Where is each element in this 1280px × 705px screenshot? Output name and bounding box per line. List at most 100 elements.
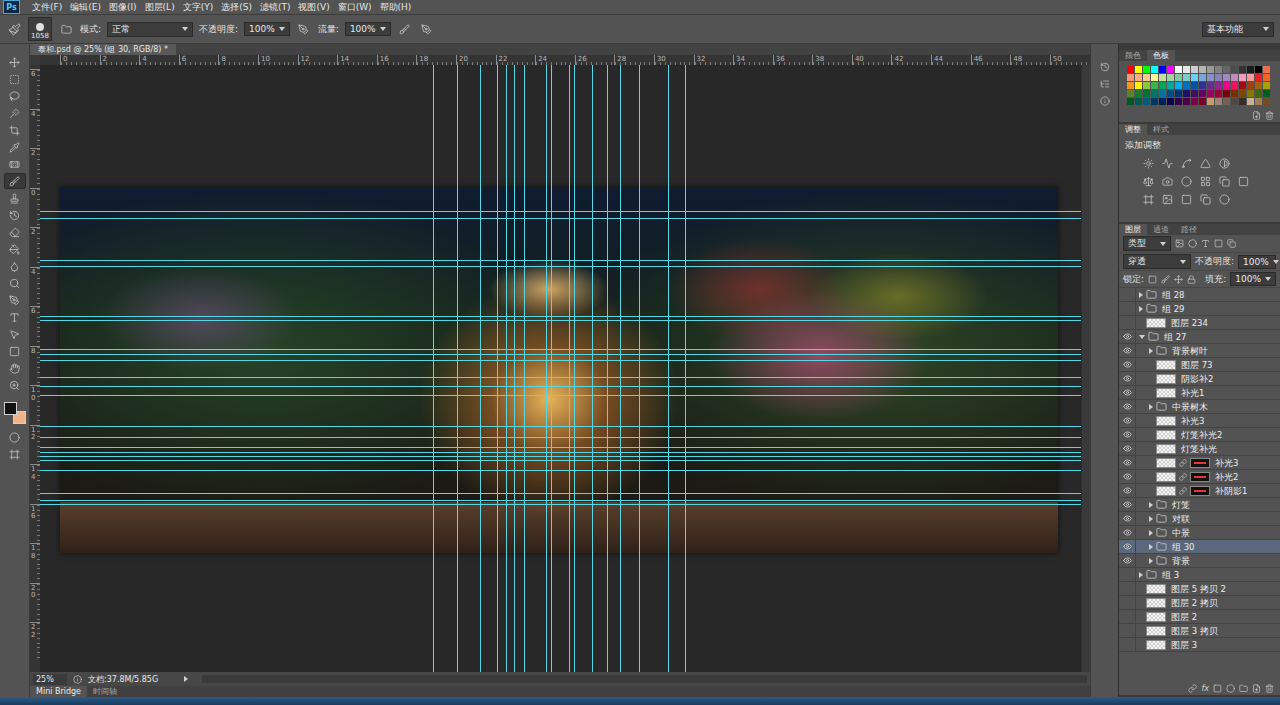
- swatch[interactable]: [1175, 82, 1182, 89]
- info-panel-button[interactable]: [1096, 94, 1114, 108]
- vertical-guide[interactable]: [620, 65, 621, 672]
- layer-row[interactable]: 背景: [1119, 554, 1280, 568]
- horizontal-guide[interactable]: [40, 349, 1081, 350]
- swatch[interactable]: [1175, 66, 1182, 73]
- swatch[interactable]: [1143, 66, 1150, 73]
- vertical-guide[interactable]: [546, 65, 547, 672]
- swatch[interactable]: [1231, 82, 1238, 89]
- link-layers-icon[interactable]: [1188, 684, 1197, 693]
- swatch[interactable]: [1151, 74, 1158, 81]
- adjustment-button[interactable]: [1217, 156, 1231, 170]
- swatch[interactable]: [1143, 98, 1150, 105]
- layer-row[interactable]: 补光2: [1119, 470, 1280, 484]
- swatch[interactable]: [1191, 74, 1198, 81]
- swatch[interactable]: [1151, 82, 1158, 89]
- swatch[interactable]: [1183, 74, 1190, 81]
- lock-pixels-icon[interactable]: [1161, 275, 1170, 284]
- swatch[interactable]: [1247, 74, 1254, 81]
- new-group-icon[interactable]: [1239, 684, 1248, 693]
- swatch[interactable]: [1167, 82, 1174, 89]
- swatch[interactable]: [1199, 98, 1206, 105]
- fill-field[interactable]: 100%: [1230, 272, 1276, 286]
- brush-tool[interactable]: [4, 173, 26, 189]
- swatch[interactable]: [1159, 74, 1166, 81]
- swatch[interactable]: [1239, 90, 1246, 97]
- vertical-guide[interactable]: [497, 65, 498, 672]
- adjustment-button[interactable]: [1198, 192, 1212, 206]
- layer-filter-select[interactable]: 类型: [1123, 236, 1171, 251]
- swatch[interactable]: [1255, 90, 1262, 97]
- adjustment-button[interactable]: [1141, 174, 1155, 188]
- horizontal-guide[interactable]: [40, 395, 1081, 396]
- vertical-guide[interactable]: [592, 65, 593, 672]
- vertical-guide[interactable]: [569, 65, 570, 672]
- horizontal-guide[interactable]: [40, 316, 1081, 317]
- type-filter-icon[interactable]: [1201, 239, 1210, 248]
- trash-icon[interactable]: [1265, 684, 1274, 693]
- visibility-toggle[interactable]: [1119, 456, 1136, 469]
- swatch[interactable]: [1231, 98, 1238, 105]
- visibility-toggle[interactable]: [1119, 624, 1136, 637]
- horizontal-guide[interactable]: [40, 504, 1081, 505]
- move-tool[interactable]: [4, 54, 26, 70]
- expand-arrow-icon[interactable]: [1149, 558, 1153, 564]
- airbrush-button[interactable]: [397, 21, 413, 37]
- layer-row[interactable]: 中景树木: [1119, 400, 1280, 414]
- visibility-toggle[interactable]: [1119, 470, 1136, 483]
- quick-mask-button[interactable]: [4, 429, 26, 445]
- visibility-toggle[interactable]: [1119, 526, 1136, 539]
- expand-arrow-icon[interactable]: [1149, 348, 1153, 354]
- history-tool[interactable]: [4, 207, 26, 223]
- layer-row[interactable]: 补光3: [1119, 456, 1280, 470]
- visibility-toggle[interactable]: [1119, 442, 1136, 455]
- link-icon[interactable]: [1179, 487, 1187, 495]
- horizontal-guide[interactable]: [40, 218, 1081, 219]
- swatch[interactable]: [1239, 82, 1246, 89]
- vertical-guide[interactable]: [607, 65, 608, 672]
- swatch[interactable]: [1127, 90, 1134, 97]
- swatch[interactable]: [1191, 90, 1198, 97]
- swatch[interactable]: [1215, 66, 1222, 73]
- layer-row[interactable]: 阴影补2: [1119, 372, 1280, 386]
- swatch[interactable]: [1223, 98, 1230, 105]
- swatch[interactable]: [1191, 98, 1198, 105]
- swatch[interactable]: [1167, 90, 1174, 97]
- swatch[interactable]: [1223, 74, 1230, 81]
- layer-row[interactable]: 图层 2: [1119, 610, 1280, 624]
- swatch[interactable]: [1175, 98, 1182, 105]
- swatch[interactable]: [1167, 66, 1174, 73]
- swatch[interactable]: [1183, 82, 1190, 89]
- mask-thumbnail[interactable]: [1190, 486, 1210, 496]
- swatch[interactable]: [1255, 98, 1262, 105]
- pixel-filter-icon[interactable]: [1175, 239, 1184, 248]
- adjustment-button[interactable]: [1217, 174, 1231, 188]
- document-tab[interactable]: 泰和.psd @ 25% (组 30, RGB/8) *: [30, 44, 176, 55]
- zoom-field[interactable]: 25%: [33, 674, 67, 685]
- menu-item[interactable]: 视图(V): [294, 0, 333, 14]
- layer-row[interactable]: 中景: [1119, 526, 1280, 540]
- visibility-toggle[interactable]: [1119, 540, 1136, 553]
- visibility-toggle[interactable]: [1119, 568, 1136, 581]
- layer-row[interactable]: 组 29: [1119, 302, 1280, 316]
- new-layer-icon[interactable]: [1252, 684, 1261, 693]
- pen-tool[interactable]: [4, 292, 26, 308]
- swatch[interactable]: [1159, 66, 1166, 73]
- horizontal-guide[interactable]: [40, 447, 1081, 448]
- horizontal-guide[interactable]: [40, 354, 1081, 355]
- panel-tab[interactable]: 图层: [1119, 224, 1147, 235]
- menu-item[interactable]: 选择(S): [217, 0, 256, 14]
- vertical-guide[interactable]: [551, 65, 552, 672]
- flow-field[interactable]: 100%: [345, 22, 391, 36]
- trash-icon[interactable]: [1265, 111, 1274, 120]
- properties-panel-button[interactable]: [1096, 77, 1114, 91]
- pressure-size-button[interactable]: [419, 21, 435, 37]
- horizontal-scrollbar[interactable]: [202, 675, 1087, 683]
- swatch[interactable]: [1215, 90, 1222, 97]
- opacity-field[interactable]: 100%: [244, 22, 290, 36]
- visibility-toggle[interactable]: [1119, 302, 1136, 315]
- swatch[interactable]: [1207, 66, 1214, 73]
- layer-row[interactable]: 灯笼补光: [1119, 442, 1280, 456]
- bucket-tool[interactable]: [4, 241, 26, 257]
- expand-arrow-icon[interactable]: [1139, 572, 1143, 578]
- layer-style-button[interactable]: fx: [1201, 684, 1209, 693]
